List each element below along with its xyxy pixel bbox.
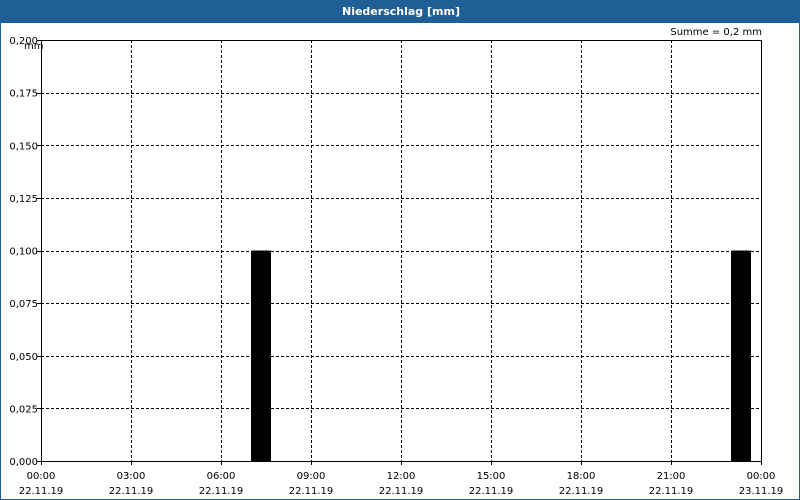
y-tick-label: 0,050 — [9, 352, 38, 363]
y-tick-label: 0,100 — [9, 247, 38, 258]
x-tick-time-label: 21:00 — [657, 471, 686, 482]
x-tick-time-label: 06:00 — [207, 471, 236, 482]
x-tick-date-label: 22.11.19 — [19, 486, 64, 497]
x-tick-time-label: 00:00 — [747, 471, 776, 482]
y-tick-label: 0,200 — [9, 36, 38, 47]
x-tick-time-label: 18:00 — [567, 471, 596, 482]
precipitation-bar — [251, 250, 271, 461]
y-tick-label: 0,075 — [9, 299, 38, 310]
x-tick-labels: 00:00 22.11.19 03:00 22.11.19 06:00 22.11.19 0… — [19, 471, 784, 497]
x-tick-date-label: 22.11.19 — [289, 486, 334, 497]
x-tick-time-label: 15:00 — [477, 471, 506, 482]
y-tick-label: 0,175 — [9, 89, 38, 100]
x-tick-date-label: 22.11.19 — [649, 486, 694, 497]
x-tick-time-label: 03:00 — [117, 471, 146, 482]
axes — [37, 40, 762, 465]
bars — [251, 250, 751, 461]
x-tick-date-label: 23.11.19 — [739, 486, 784, 497]
precipitation-bar — [731, 250, 751, 461]
y-tick-labels: 0,000 0,025 0,050 0,075 0,100 0,125 0,150 0,175… — [9, 36, 38, 468]
x-tick-date-label: 22.11.19 — [469, 486, 514, 497]
x-tick-time-label: 09:00 — [297, 471, 326, 482]
grid-lines — [41, 40, 761, 461]
x-tick-date-label: 22.11.19 — [109, 486, 154, 497]
x-tick-time-label: 00:00 — [27, 471, 56, 482]
x-tick-date-label: 22.11.19 — [379, 486, 424, 497]
x-tick-time-label: 12:00 — [387, 471, 416, 482]
x-tick-date-label: 22.11.19 — [199, 486, 244, 497]
y-tick-label: 0,025 — [9, 404, 38, 415]
chart-plot: 0,000 0,025 0,050 0,075 0,100 0,125 0,150 0,175… — [9, 36, 784, 497]
y-tick-label: 0,150 — [9, 141, 38, 152]
y-tick-label: 0,000 — [9, 457, 38, 468]
x-tick-date-label: 22.11.19 — [559, 486, 604, 497]
y-tick-label: 0,125 — [9, 194, 38, 205]
